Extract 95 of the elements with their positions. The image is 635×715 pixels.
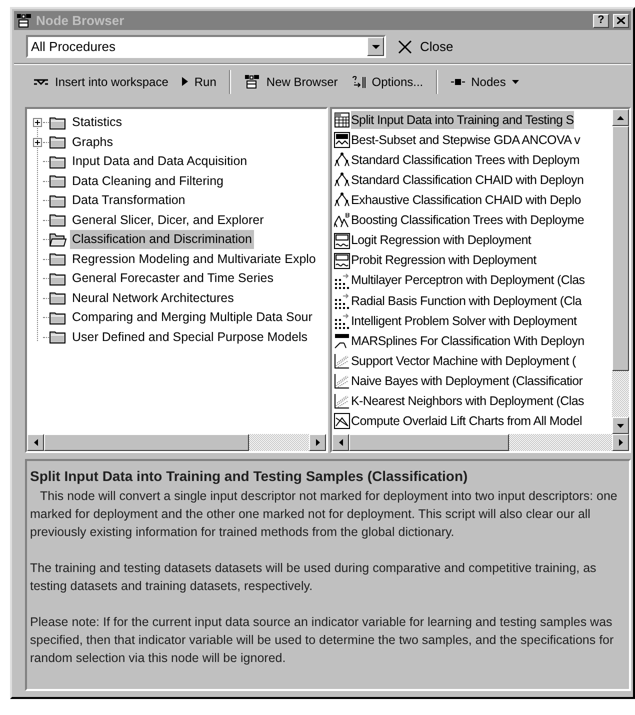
horizontal-scrollbar[interactable] [332, 434, 629, 451]
tree-diagram-icon [334, 152, 350, 168]
description-paragraph: This node will convert a single input descriptor not marked for deployment into two input descriptors: one marked for deployment and the other one marked not for deployment. This script will also clear our all previously existing information for trained methods from the global dictionary. [30, 488, 618, 541]
table-icon [334, 112, 350, 128]
up-arrow-icon [617, 116, 624, 120]
node-list-item[interactable]: Best-Subset and Stepwise GDA ANCOVA v [351, 130, 580, 150]
node-list-item[interactable]: Support Vector Machine with Deployment ( [351, 352, 576, 371]
folder-icon [49, 174, 67, 188]
node-list-item[interactable]: Naive Bayes with Deployment (Classificatior [351, 372, 583, 391]
tree-item[interactable]: Classification and Discrimination [70, 230, 254, 250]
scatter-plot-icon [334, 393, 350, 410]
tree-item[interactable]: Data Cleaning and Filtering [70, 172, 226, 191]
caret-icon [512, 80, 519, 84]
insert-arrow-icon [33, 78, 49, 86]
scrollbar-thumb[interactable] [349, 434, 509, 451]
folder-icon [49, 310, 67, 325]
folder-icon [49, 252, 67, 266]
spline-icon [334, 333, 350, 350]
toolbar-button[interactable]: Run [175, 68, 224, 94]
tree-item[interactable]: General Slicer, Dicer, and Explorer [70, 210, 266, 230]
tree-item[interactable]: Input Data and Data Acquisition [70, 152, 250, 172]
left-arrow-icon [34, 439, 38, 446]
window-title: Node Browser [36, 12, 126, 30]
glz-icon [334, 232, 350, 249]
node-list-item[interactable]: Boosting Classification Trees with Deployme [351, 211, 584, 230]
folder-icon [49, 291, 67, 306]
folder-icon [49, 213, 67, 228]
description-paragraph: The training and testing datasets datasets will be used during comparative and competitive training, as testing datasets and training datasets, respectively. [30, 560, 598, 595]
right-arrow-icon [316, 439, 320, 446]
scrollbar-thumb[interactable] [44, 434, 249, 451]
node-list-item[interactable]: K-Nearest Neighbors with Deployment (Clas [351, 392, 584, 411]
tree-item[interactable]: General Forecaster and Time Series [70, 269, 276, 288]
expand-icon[interactable] [33, 118, 42, 128]
tree-diagram-icon [334, 212, 350, 229]
dropdown-arrow-icon [372, 44, 380, 48]
folder-icon [49, 272, 67, 286]
node-browser-icon [16, 13, 32, 28]
tree-item[interactable]: Neural Network Architectures [70, 288, 236, 308]
node-list-item[interactable]: Standard Classification CHAID with Deployn [351, 170, 584, 190]
close-button[interactable] [613, 14, 629, 28]
tree-item[interactable]: Comparing and Merging Multiple Data Sour [70, 308, 314, 328]
right-arrow-icon [618, 439, 622, 446]
tree-item[interactable]: User Defined and Special Purpose Models [70, 328, 310, 347]
close-icon [617, 17, 625, 24]
folder-icon [49, 194, 67, 208]
node-list-item[interactable]: Probit Regression with Deployment [351, 251, 536, 270]
node-list-item[interactable]: Compute Overlaid Lift Charts from All Model [351, 412, 582, 431]
network-dots-icon [334, 272, 350, 289]
close-dialog-button[interactable]: Close [398, 36, 454, 56]
dropdown-value: All Procedures [30, 38, 117, 56]
tree-diagram-icon [334, 172, 350, 188]
close-icon [398, 40, 412, 54]
folder-icon [49, 116, 67, 130]
scatter-plot-icon [334, 373, 350, 390]
tree-item[interactable]: Statistics [70, 113, 124, 132]
help-button[interactable]: ? [593, 14, 609, 28]
node-list-item[interactable]: Standard Classification Trees with Deploym [351, 150, 580, 170]
scatter-plot-icon [334, 353, 350, 370]
toolbar-button[interactable]: New Browser [237, 68, 345, 94]
folder-icon [49, 154, 67, 169]
tree-item[interactable]: Data Transformation [70, 191, 188, 210]
options-icon [352, 74, 366, 88]
vertical-scrollbar[interactable] [612, 109, 629, 434]
folder-icon [49, 330, 67, 344]
expand-icon[interactable] [33, 138, 42, 147]
toolbar-button[interactable]: Nodes [444, 68, 526, 94]
horizontal-scrollbar[interactable] [27, 434, 326, 451]
tree-diagram-icon [334, 192, 350, 208]
node-browser-icon [244, 74, 260, 89]
down-arrow-icon [617, 424, 624, 428]
node-list-item[interactable]: Radial Basis Function with Deployment (Cla [351, 292, 582, 310]
left-arrow-icon [338, 439, 342, 446]
scrollbar-thumb[interactable] [612, 126, 629, 371]
node-list-item[interactable]: Exhaustive Classification CHAID with Deplo [351, 191, 581, 210]
toolbar-button[interactable]: Insert into workspace [26, 68, 176, 94]
glz-icon [334, 252, 350, 269]
toolbar-button[interactable]: Options... [344, 68, 430, 94]
node-list-item[interactable]: Multilayer Perceptron with Deployment (Clas [351, 271, 585, 290]
open-folder-icon [49, 232, 67, 247]
node-list-item[interactable]: MARSplines For Classification With Deployn [351, 332, 584, 350]
procedure-dropdown[interactable]: All Procedures [26, 35, 386, 58]
network-dots-icon [334, 292, 350, 309]
node-icon [451, 78, 466, 84]
node-list-item[interactable]: Intelligent Problem Solver with Deployment [351, 312, 577, 330]
folder-icon [49, 135, 67, 150]
network-dots-icon [334, 312, 350, 329]
tree-item[interactable]: Graphs [70, 132, 115, 152]
node-list-item[interactable]: Logit Regression with Deployment [351, 231, 532, 250]
tree-item[interactable]: Regression Modeling and Multivariate Explo [70, 250, 318, 269]
chart-icon [334, 413, 350, 430]
node-list-item[interactable]: Split Input Data into Training and Testing S [351, 110, 574, 130]
description-title: Split Input Data into Training and Testing Samples (Classification) [30, 467, 469, 486]
gda-icon [334, 132, 350, 148]
play-icon [182, 77, 188, 86]
description-paragraph: Please note: If for the current input data source an indicator variable for learning and testing samples was specified, then that indicator variable will be used to determine the two samples, and the specifications for random selection via this node will be ignored. [30, 614, 615, 667]
